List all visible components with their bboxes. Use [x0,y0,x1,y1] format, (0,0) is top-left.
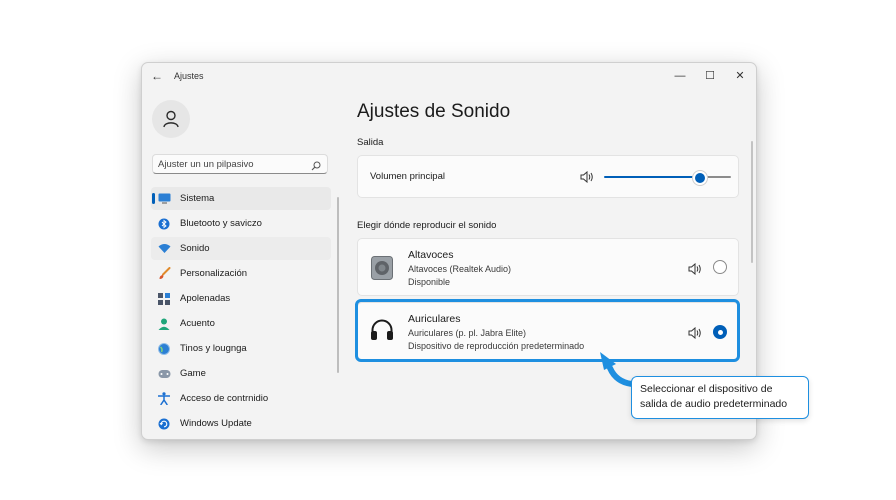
callout-tooltip: Seleccionar el dispositivo de salida de … [631,376,809,419]
volume-slider-thumb[interactable] [693,171,707,185]
person-icon [157,317,171,331]
sidebar-item-acceso[interactable]: Acceso de contrnidio [151,387,331,410]
volume-slider-fill[interactable] [604,176,700,178]
update-icon [157,417,171,431]
device-detail: Altavoces (Realtek Audio) [408,264,512,274]
output-section-label: Salida [357,137,384,148]
search-box[interactable] [152,154,328,174]
wifi-icon [157,242,171,256]
bluetooth-icon [157,217,171,231]
sidebar-item-label: Game [180,368,206,379]
minimize-button[interactable]: — [666,66,694,86]
sidebar-item-label: Acuento [180,318,215,329]
sidebar-item-bluetooth[interactable]: Bluetooto y saviczo [151,212,331,235]
brush-icon [157,267,171,281]
maximize-button[interactable]: ☐ [696,66,724,86]
choose-device-section-label: Elegir dónde reproducir el sonido [357,220,497,231]
avatar[interactable] [152,100,190,138]
sidebar-item-label: Sistema [180,193,215,204]
sidebar-item-label: Sonido [180,243,210,254]
volume-slider-track[interactable] [705,176,731,178]
back-button[interactable]: ← [150,69,164,83]
person-icon [163,110,179,128]
device-radio-altavoces[interactable] [713,260,727,274]
apps-icon [157,292,171,306]
speaker-device-icon [371,256,393,285]
sidebar-item-acuento[interactable]: Acuento [151,312,331,335]
sidebar-item-personalizacion[interactable]: Personalización [151,262,331,285]
page-title: Ajustes de Sonido [357,101,511,122]
speaker-icon [688,262,702,280]
search-input[interactable] [158,157,308,171]
highlight-box [355,299,740,362]
accessibility-icon [157,392,171,406]
search-icon[interactable] [311,158,321,176]
speaker-icon[interactable] [580,170,594,188]
volume-label: Volumen principal [370,171,445,182]
volume-card: Volumen principal [357,155,739,198]
sidebar-item-windows-update[interactable]: Windows Update [151,412,331,435]
device-status: Disponible [408,277,451,287]
device-name: Altavoces [408,249,454,261]
sidebar-item-label: Apolenadas [180,293,231,304]
monitor-icon [157,192,171,206]
sidebar-item-sistema[interactable]: Sistema [151,187,331,210]
close-button[interactable]: ✕ [726,66,754,86]
sidebar-item-label: Acceso de contrnidio [180,393,269,404]
sidebar-item-label: Windows Update [180,418,252,429]
sidebar-item-sonido[interactable]: Sonido [151,237,331,260]
sidebar-item-label: Personalización [180,268,248,279]
sidebar-nav: Sistema Bluetooto y saviczo Sonido Perso… [151,187,331,437]
device-card-altavoces[interactable]: Altavoces Altavoces (Realtek Audio) Disp… [357,238,739,296]
sidebar-item-game[interactable]: Game [151,362,331,385]
title-bar: ← Ajustes — ☐ ✕ [142,63,756,89]
gamepad-icon [157,367,171,381]
sidebar-scrollbar[interactable] [337,197,339,373]
app-title: Ajustes [174,71,204,81]
sidebar-item-label: Bluetooto y saviczo [180,218,262,229]
sidebar-item-label: Tinos y lougnga [180,343,247,354]
globe-icon [157,342,171,356]
selection-indicator [152,193,155,204]
sidebar-item-tinos-y-lougnga[interactable]: Tinos y lougnga [151,337,331,360]
content-scrollbar[interactable] [751,141,753,263]
sidebar-item-apolenadas[interactable]: Apolenadas [151,287,331,310]
